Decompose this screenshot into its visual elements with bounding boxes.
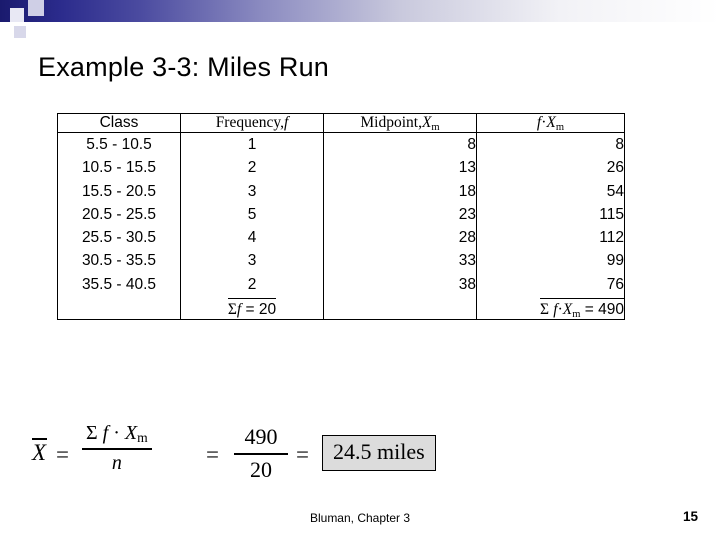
xbar-symbol: X bbox=[32, 440, 47, 465]
column-header-class: Class bbox=[57, 113, 181, 133]
gradient-band bbox=[0, 0, 720, 22]
decorative-square-1 bbox=[10, 8, 24, 22]
totals-frequency-value: = 20 bbox=[245, 300, 277, 318]
table-row: 23 bbox=[458, 205, 476, 223]
table-data-row: 5.5 - 10.5 10.5 - 15.5 15.5 - 20.5 20.5 … bbox=[57, 132, 625, 296]
totals-class-cell bbox=[57, 295, 181, 320]
table-row: 10.5 - 15.5 bbox=[81, 159, 157, 177]
table-row: 99 bbox=[606, 252, 624, 270]
column-header-product-subscript: m bbox=[555, 122, 565, 133]
table-row: 112 bbox=[599, 229, 624, 246]
formula-fraction-numerator: Σ f · Xm bbox=[82, 422, 152, 445]
table-row: 8 bbox=[467, 136, 476, 153]
table-row: 2 bbox=[247, 275, 257, 293]
column-header-midpoint-subscript: m bbox=[431, 122, 440, 133]
table-row: 25.5 - 30.5 bbox=[81, 229, 157, 246]
table-body: 5.5 - 10.5 10.5 - 15.5 15.5 - 20.5 20.5 … bbox=[57, 132, 625, 320]
table-row: 115 bbox=[599, 205, 624, 223]
table-row: 3 bbox=[247, 182, 257, 200]
result-highlight-box: 24.5 miles bbox=[322, 435, 436, 471]
formula-fraction-bar bbox=[82, 448, 152, 450]
table-header: Class Frequency,f Midpoint,Xm f·Xm bbox=[57, 113, 625, 133]
table-row: 5 bbox=[247, 205, 257, 223]
column-header-product: f·Xm bbox=[476, 113, 625, 133]
table-row: 13 bbox=[458, 159, 476, 177]
formula-equals-1: = bbox=[56, 442, 69, 467]
totals-product-sigma: Σ bbox=[539, 300, 549, 318]
column-header-frequency-label: Frequency, bbox=[215, 114, 284, 131]
table-row: 33 bbox=[458, 252, 476, 270]
formula-numeric-numerator: 490 bbox=[244, 424, 278, 449]
formula-f: f bbox=[102, 422, 109, 444]
table-row: 5.5 - 10.5 bbox=[86, 136, 152, 153]
footer-citation: Bluman, Chapter 3 bbox=[309, 511, 411, 525]
cell-frequency-column: 1 2 3 5 4 3 2 bbox=[180, 132, 324, 296]
formula-fraction-numeric: 490 20 bbox=[234, 424, 288, 483]
decorative-square-3 bbox=[14, 26, 26, 38]
totals-product-cell: Σ f·Xm = 490 bbox=[477, 296, 625, 320]
table-row: 20.5 - 25.5 bbox=[81, 205, 157, 223]
totals-product-value: = 490 bbox=[584, 300, 624, 318]
table-row: 8 bbox=[615, 136, 624, 153]
decorative-square-2 bbox=[28, 0, 44, 16]
table-row: 4 bbox=[247, 229, 257, 246]
table-row: 26 bbox=[606, 159, 624, 177]
formula-sigma: Σ bbox=[86, 422, 98, 444]
totals-frequency-sigma: Σ bbox=[227, 300, 237, 318]
formula-dot: · bbox=[113, 422, 120, 444]
formula-x: X bbox=[124, 422, 138, 444]
decorative-header-bar bbox=[0, 0, 720, 38]
formula-equals-2: = bbox=[206, 442, 219, 467]
frequency-distribution-table: Class Frequency,f Midpoint,Xm f·Xm 5.5 -… bbox=[57, 113, 625, 320]
column-header-frequency: Frequency,f bbox=[180, 113, 324, 133]
table-row: 30.5 - 35.5 bbox=[81, 252, 157, 270]
cell-midpoint-column: 8 13 18 23 28 33 38 bbox=[323, 132, 477, 296]
formula-fraction-symbolic: Σ f · Xm n bbox=[82, 422, 152, 475]
slide-number: 15 bbox=[682, 509, 698, 524]
page-title: Example 3-3: Miles Run bbox=[38, 52, 330, 82]
formula-fraction-denominator: n bbox=[111, 451, 122, 474]
formula-numeric-bar bbox=[234, 453, 288, 455]
table-row: 1 bbox=[247, 136, 257, 153]
column-header-midpoint: Midpoint,Xm bbox=[323, 113, 477, 133]
cell-product-column: 8 26 54 115 112 99 76 bbox=[477, 133, 625, 296]
table-totals-row: Σf = 20 Σ f·Xm = 490 bbox=[57, 295, 625, 320]
formula-equals-3: = bbox=[296, 442, 309, 467]
column-header-midpoint-symbol: X bbox=[421, 114, 432, 131]
column-header-midpoint-label: Midpoint, bbox=[360, 114, 422, 131]
table-header-row: Class Frequency,f Midpoint,Xm f·Xm bbox=[57, 113, 625, 133]
cell-class-column: 5.5 - 10.5 10.5 - 15.5 15.5 - 20.5 20.5 … bbox=[57, 132, 181, 296]
column-header-frequency-symbol: f bbox=[283, 114, 289, 131]
totals-midpoint-cell bbox=[323, 295, 477, 320]
totals-frequency-cell: Σf = 20 bbox=[180, 295, 324, 320]
totals-product-subscript: m bbox=[572, 308, 581, 320]
totals-product-x: X bbox=[562, 300, 573, 318]
table-row: 18 bbox=[458, 182, 476, 200]
table-row: 38 bbox=[458, 275, 476, 293]
totals-frequency-variable: f bbox=[236, 300, 242, 318]
table-row: 54 bbox=[606, 182, 624, 200]
table-row: 28 bbox=[458, 229, 476, 246]
formula-numeric-denominator: 20 bbox=[250, 456, 272, 482]
mean-formula: X = Σ f · Xm n = 490 20 = 24.5 miles bbox=[30, 418, 460, 486]
table-row: 3 bbox=[247, 252, 257, 270]
table-row: 35.5 - 40.5 bbox=[81, 275, 157, 293]
column-header-class-label: Class bbox=[99, 114, 139, 131]
table-row: 2 bbox=[247, 159, 257, 177]
table-row: 15.5 - 20.5 bbox=[81, 182, 157, 200]
column-header-product-x: X bbox=[546, 114, 556, 131]
table-row: 76 bbox=[606, 275, 624, 293]
formula-x-subscript: m bbox=[137, 430, 148, 445]
